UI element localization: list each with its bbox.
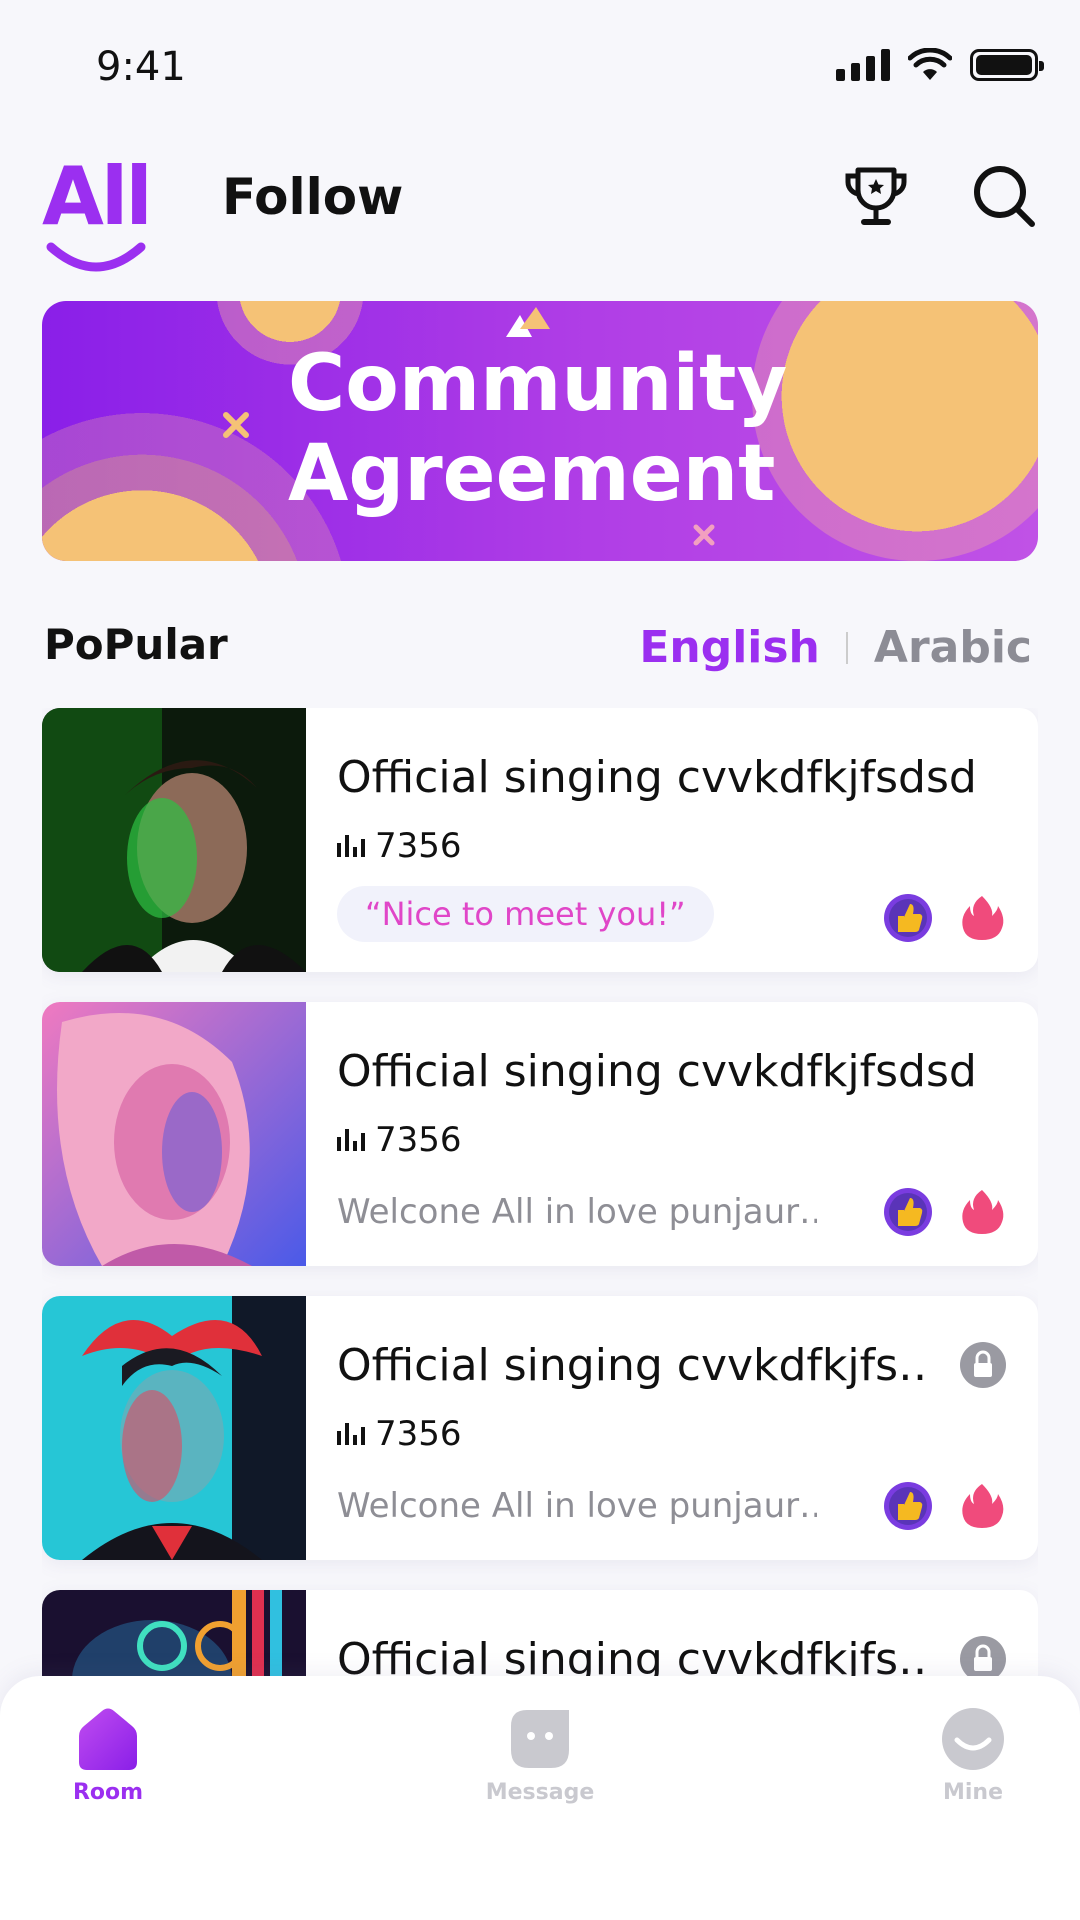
audio-bars-icon xyxy=(337,1129,365,1151)
profile-icon xyxy=(942,1708,1004,1770)
nav-message-label: Message xyxy=(485,1780,595,1805)
search-icon xyxy=(974,166,1035,227)
status-time: 9:41 xyxy=(96,44,186,90)
room-description: Welcone All in love punjaur… xyxy=(337,1192,817,1232)
lang-arabic[interactable]: Arabic xyxy=(874,622,1032,673)
banner-decor-triangle xyxy=(506,307,550,337)
home-icon xyxy=(79,1708,137,1770)
room-description: Welcone All in love punjaur… xyxy=(337,1486,817,1526)
trophy-icon xyxy=(845,167,907,225)
trophy-button[interactable] xyxy=(840,160,912,232)
smile-underline-icon xyxy=(46,242,146,272)
listener-count-value: 7356 xyxy=(375,826,462,866)
audio-bars-icon xyxy=(337,1423,365,1445)
room-card[interactable]: Official singing cvvkdfkjfsdsdd 7356 Wel… xyxy=(42,1002,1038,1266)
tab-all-label: All xyxy=(42,150,153,243)
listener-count: 7356 xyxy=(337,1120,462,1160)
room-tag: “Nice to meet you!” xyxy=(337,886,714,942)
room-thumbnail xyxy=(42,1002,306,1266)
thumbs-up-badge-icon xyxy=(884,1482,932,1530)
room-title: Official singing cvvkdfkjfs… xyxy=(337,1340,927,1391)
community-agreement-banner[interactable]: Community Agreement xyxy=(42,301,1038,561)
message-icon xyxy=(511,1710,569,1768)
tab-follow[interactable]: Follow xyxy=(222,168,403,226)
room-list: Official singing cvvkdfkjfsdsdd 7356 “Ni… xyxy=(42,708,1038,1678)
flame-icon xyxy=(962,896,1004,940)
room-badges xyxy=(882,1186,1008,1238)
bottom-navigation: Room Message Mine xyxy=(0,1676,1080,1920)
lock-icon xyxy=(960,1636,1006,1678)
signal-icon xyxy=(836,49,890,81)
search-button[interactable] xyxy=(968,160,1040,232)
banner-decor-cross xyxy=(693,524,715,546)
audio-bars-icon xyxy=(337,835,365,857)
room-badges xyxy=(882,1480,1008,1532)
lang-english[interactable]: English xyxy=(639,622,820,673)
battery-icon xyxy=(970,49,1044,81)
room-card[interactable]: Official singing cvvkdfkjfs… xyxy=(42,1590,1038,1678)
banner-title-line2: Agreement xyxy=(288,429,776,519)
room-title: Official singing cvvkdfkjfs… xyxy=(337,1634,927,1678)
nav-mine-label: Mine xyxy=(942,1780,1004,1805)
room-card[interactable]: Official singing cvvkdfkjfsdsdd 7356 “Ni… xyxy=(42,708,1038,972)
listener-count: 7356 xyxy=(337,1414,462,1454)
banner-title: Community Agreement xyxy=(288,339,828,519)
listener-count: 7356 xyxy=(337,826,462,866)
top-header: All Follow xyxy=(0,140,1080,272)
wifi-icon xyxy=(908,48,952,80)
banner-decor-cross xyxy=(223,412,249,438)
listener-count-value: 7356 xyxy=(375,1120,462,1160)
nav-room-label: Room xyxy=(72,1780,144,1805)
nav-mine[interactable]: Mine xyxy=(893,1706,1053,1805)
popular-section-title: PoPular xyxy=(44,620,228,669)
nav-message[interactable]: Message xyxy=(460,1706,620,1805)
language-switch: English Arabic xyxy=(639,622,1032,673)
lang-divider xyxy=(845,631,848,664)
flame-icon xyxy=(962,1484,1004,1528)
room-thumbnail xyxy=(42,1590,306,1678)
nav-room[interactable]: Room xyxy=(28,1706,188,1805)
banner-title-line1: Community xyxy=(288,339,788,429)
room-badges xyxy=(882,892,1008,944)
thumbs-up-badge-icon xyxy=(884,1188,932,1236)
flame-icon xyxy=(962,1190,1004,1234)
status-bar: 9:41 xyxy=(0,0,1080,130)
thumbs-up-badge-icon xyxy=(884,894,932,942)
room-thumbnail xyxy=(42,1296,306,1560)
tab-all[interactable]: All xyxy=(42,150,153,272)
status-icons xyxy=(836,48,1044,82)
room-thumbnail xyxy=(42,708,306,972)
room-card[interactable]: Official singing cvvkdfkjfs… 7356 Welcon… xyxy=(42,1296,1038,1560)
lock-icon xyxy=(960,1342,1006,1388)
listener-count-value: 7356 xyxy=(375,1414,462,1454)
room-title: Official singing cvvkdfkjfsdsdd xyxy=(337,1046,977,1097)
room-title: Official singing cvvkdfkjfsdsdd xyxy=(337,752,977,803)
